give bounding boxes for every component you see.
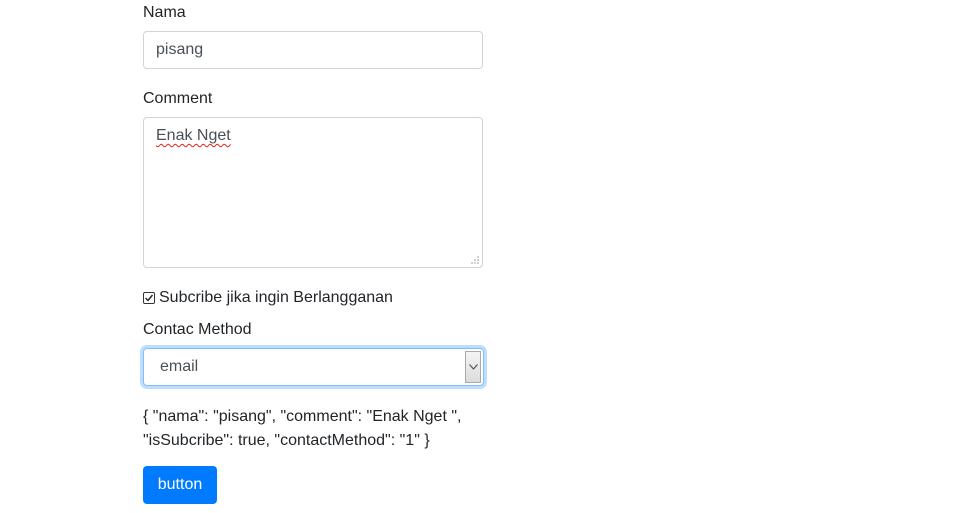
- subscribe-checkbox[interactable]: [143, 292, 155, 304]
- dropdown-button[interactable]: [465, 351, 481, 383]
- subscribe-label: Subcribe jika ingin Berlangganan: [159, 289, 393, 306]
- contact-method-select[interactable]: email: [143, 348, 484, 386]
- chevron-down-icon: [469, 364, 478, 370]
- contact-method-label: Contac Method: [143, 321, 252, 338]
- name-label: Nama: [143, 4, 186, 21]
- resize-grip-icon[interactable]: [470, 255, 480, 265]
- submit-button[interactable]: button: [143, 466, 217, 504]
- subscribe-row: Subcribe jika ingin Berlangganan: [143, 288, 393, 308]
- contact-method-value: email: [160, 358, 199, 375]
- json-output: { "nama": "pisang", "comment": "Enak Nge…: [143, 408, 462, 449]
- name-input[interactable]: [143, 31, 483, 69]
- comment-text: Enak Nget: [156, 127, 231, 144]
- comment-textarea[interactable]: Enak Nget: [143, 117, 483, 268]
- checkmark-icon: [145, 294, 154, 302]
- comment-label: Comment: [143, 90, 213, 107]
